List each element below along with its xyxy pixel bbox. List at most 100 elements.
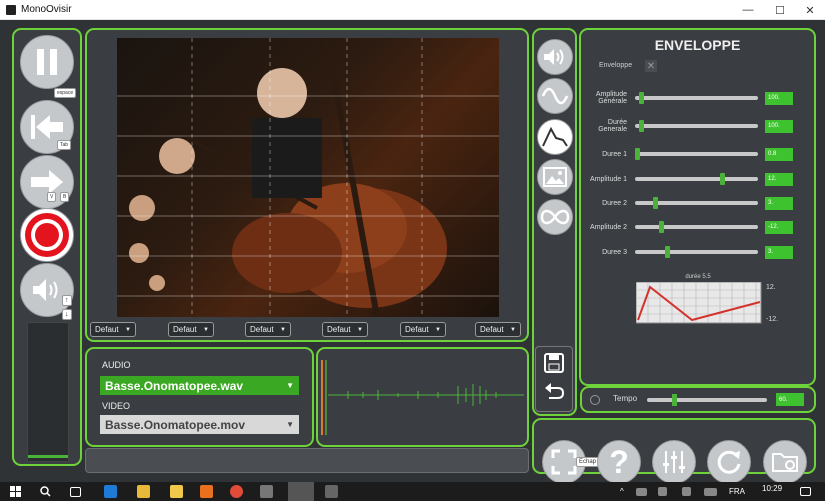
- taskbar: ^ FRA 10:29: [0, 482, 825, 501]
- save-button[interactable]: [544, 353, 564, 378]
- slider-thumb[interactable]: [635, 148, 640, 160]
- reset-button[interactable]: [707, 440, 751, 484]
- vlc-icon[interactable]: [200, 485, 213, 498]
- volume-down-button[interactable]: ↓: [62, 309, 72, 320]
- slider-thumb[interactable]: [638, 92, 644, 104]
- slider-row: Amplitude 2 -12.: [582, 217, 812, 237]
- tempo-toggle[interactable]: [590, 395, 600, 405]
- image-mode-button[interactable]: [537, 159, 573, 195]
- grid-dropdown-4[interactable]: Defaut ▼: [322, 322, 368, 337]
- slider-label: Amplitude Générale: [595, 91, 627, 105]
- slider-thumb[interactable]: [658, 221, 664, 233]
- slider-track[interactable]: [635, 197, 758, 209]
- network-icon[interactable]: [682, 487, 691, 496]
- folder-icon[interactable]: [170, 485, 183, 498]
- minimize-button[interactable]: —: [733, 0, 763, 20]
- tempo-value[interactable]: 60.: [776, 393, 804, 406]
- grid-dropdown-3[interactable]: Defaut ▼: [245, 322, 291, 337]
- enveloppe-close-icon[interactable]: ✕: [645, 60, 657, 72]
- slider-value[interactable]: 3.: [765, 196, 793, 210]
- fullscreen-shortcut: Echap: [576, 457, 600, 467]
- slider-row: Duree 1 0.8: [582, 144, 812, 164]
- graph-title: durée 5.5: [685, 274, 711, 280]
- help-button[interactable]: ?: [597, 440, 641, 484]
- tray-chevron-icon[interactable]: ^: [620, 487, 624, 496]
- windows-start-icon[interactable]: [10, 486, 21, 497]
- video-value: Basse.Onomatopee.mov: [105, 417, 246, 432]
- app-icon: [6, 4, 16, 15]
- slider-row: Duree 3 3.: [582, 242, 812, 262]
- slider-value[interactable]: 0.8: [765, 147, 793, 161]
- file-explorer-icon[interactable]: [137, 485, 150, 498]
- undo-button[interactable]: [544, 382, 565, 407]
- slider-row: Duree 2 3.: [582, 193, 812, 213]
- slider-thumb[interactable]: [719, 173, 725, 185]
- grid-dropdown-6[interactable]: Defaut ▼: [475, 322, 521, 337]
- chrome-icon[interactable]: [230, 485, 243, 498]
- slider-track[interactable]: [635, 246, 758, 258]
- tempo-thumb[interactable]: [672, 394, 678, 406]
- keyboard-icon[interactable]: [704, 488, 717, 496]
- notification-icon[interactable]: [800, 487, 811, 496]
- status-bar: [85, 448, 529, 473]
- clock[interactable]: 10:29: [762, 484, 782, 493]
- grid-dropdown-1[interactable]: Defaut ▼: [90, 322, 136, 337]
- speaker-icon[interactable]: [658, 487, 667, 496]
- title-bar: MonoOvisir — ☐ ✕: [0, 0, 825, 20]
- window-title: MonoOvisir: [21, 4, 72, 15]
- forward-shortcut-v: V: [47, 192, 57, 202]
- record-icon: [25, 213, 69, 257]
- fullscreen-icon: [551, 449, 577, 475]
- slider-value[interactable]: 100.: [765, 91, 793, 105]
- maximize-button[interactable]: ☐: [765, 0, 795, 20]
- dropdown-label: Defaut: [480, 325, 504, 334]
- slider-value[interactable]: 100.: [765, 119, 793, 133]
- search-icon[interactable]: [40, 486, 51, 497]
- wave-mode-button[interactable]: [537, 78, 573, 114]
- slider-track[interactable]: [635, 92, 758, 104]
- slider-thumb[interactable]: [652, 197, 658, 209]
- chevron-down-icon: ▼: [435, 326, 441, 333]
- slider-row: Amplitude 1 12.: [582, 169, 812, 189]
- slider-label: Duree 3: [602, 248, 627, 256]
- slider-value[interactable]: 3.: [765, 245, 793, 259]
- volume-up-button[interactable]: ↑: [62, 295, 72, 306]
- slider-value[interactable]: 12.: [765, 172, 793, 186]
- open-folder-button[interactable]: [763, 440, 807, 484]
- grid-dropdown-2[interactable]: Defaut ▼: [168, 322, 214, 337]
- chevron-down-icon: ▼: [203, 326, 209, 333]
- envelope-mode-button[interactable]: [537, 119, 573, 155]
- audio-label: AUDIO: [102, 360, 131, 370]
- dropdown-label: Defaut: [405, 325, 429, 334]
- record-button[interactable]: [20, 208, 74, 262]
- slider-value[interactable]: -12.: [765, 220, 793, 234]
- monoovisir-taskbar-icon[interactable]: [288, 482, 314, 501]
- loop-mode-button[interactable]: [537, 199, 573, 235]
- tempo-slider[interactable]: [647, 394, 767, 406]
- sound-mode-button[interactable]: [537, 39, 573, 75]
- slider-thumb[interactable]: [638, 120, 644, 132]
- dropdown-label: Defaut: [327, 325, 351, 334]
- dropdown-label: Defaut: [173, 325, 197, 334]
- slider-track[interactable]: [635, 221, 758, 233]
- app-icon[interactable]: [260, 485, 273, 498]
- task-view-icon[interactable]: [70, 487, 81, 497]
- graph-min: -12.: [766, 316, 779, 323]
- slider-track[interactable]: [635, 148, 758, 160]
- tray-icon[interactable]: [636, 488, 647, 496]
- video-select[interactable]: Basse.Onomatopee.mov ▼: [100, 415, 299, 434]
- slider-thumb[interactable]: [664, 246, 670, 258]
- grid-dropdown-5[interactable]: Defaut ▼: [400, 322, 446, 337]
- waveform: [321, 360, 524, 435]
- slider-track[interactable]: [635, 120, 758, 132]
- audio-select[interactable]: Basse.Onomatopee.wav ▼: [100, 376, 299, 395]
- language-indicator[interactable]: FRA: [729, 487, 745, 496]
- slider-track[interactable]: [635, 173, 758, 185]
- close-button[interactable]: ✕: [795, 0, 825, 20]
- app-icon[interactable]: [325, 485, 338, 498]
- edge-icon[interactable]: [104, 485, 117, 498]
- mixer-button[interactable]: [652, 440, 696, 484]
- pause-button[interactable]: [20, 35, 74, 89]
- chevron-down-icon: ▼: [280, 326, 286, 333]
- undo-icon: [545, 383, 565, 399]
